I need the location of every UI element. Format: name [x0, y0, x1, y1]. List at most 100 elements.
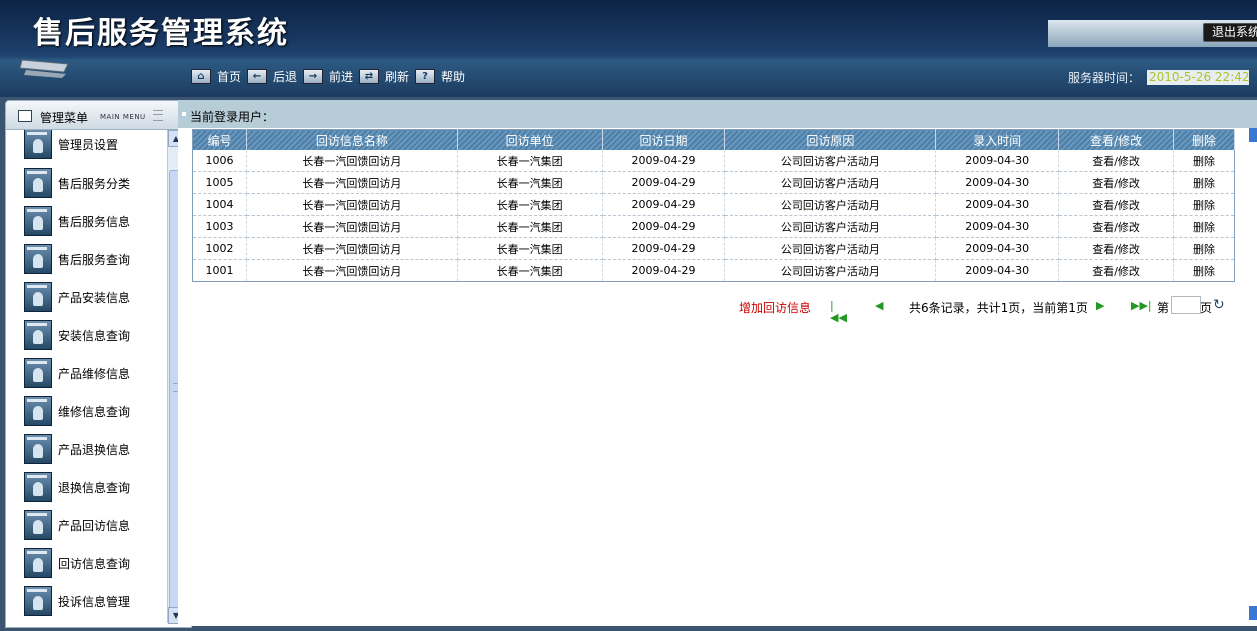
- server-time-value: 2010-5-26 22:42:4: [1147, 70, 1249, 85]
- sidebar-item-repair-query[interactable]: 维修信息查询: [24, 395, 130, 427]
- table-cell: 公司回访客户活动月: [724, 259, 937, 282]
- main-content: 当前登录用户： 编号 回访信息名称 回访单位 回访日期 回访原因 录入时间 查看…: [178, 100, 1257, 626]
- nav-back-label: 后退: [273, 69, 298, 84]
- nav-refresh-label: 刷新: [385, 69, 410, 84]
- table-cell: 2009-04-29: [602, 237, 726, 260]
- sidebar-item-label: 回访信息查询: [58, 556, 131, 571]
- table-row: 1001 长春一汽回馈回访月 长春一汽集团 2009-04-29 公司回访客户活动月 20…: [192, 259, 1235, 282]
- sidebar-menu-list: 管理员设置 售后服务分类 售后服务信息 售后服务查询 产品安装信息 安装信息查询…: [6, 130, 166, 627]
- delete-link[interactable]: 删除: [1173, 150, 1235, 172]
- sidebar-item-complaint[interactable]: 投诉信息管理: [24, 585, 130, 617]
- table-cell: 1004: [192, 193, 247, 216]
- refresh-icon: ⇄: [359, 68, 379, 84]
- user-icon: [24, 320, 52, 350]
- user-icon: [24, 548, 52, 578]
- view-edit-link[interactable]: 查看/修改: [1058, 150, 1174, 172]
- go-refresh-icon[interactable]: ↻: [1213, 297, 1225, 313]
- menu-panel-icon: [18, 110, 32, 122]
- nav-back[interactable]: ← 后退: [247, 68, 297, 84]
- table-cell: 2009-04-30: [935, 259, 1060, 282]
- view-edit-link[interactable]: 查看/修改: [1058, 259, 1174, 282]
- sidebar-item-label: 售后服务查询: [58, 252, 131, 267]
- table-cell: 长春一汽回馈回访月: [246, 171, 458, 194]
- next-page-icon[interactable]: ▶: [1096, 300, 1116, 312]
- table-cell: 2009-04-29: [602, 193, 726, 216]
- current-user-label: 当前登录用户：: [190, 110, 275, 124]
- nav-help-label: 帮助: [441, 69, 466, 84]
- table-cell: 1006: [192, 150, 247, 172]
- sidebar-item-label: 产品回访信息: [58, 518, 131, 533]
- user-icon: [24, 358, 52, 388]
- sidebar-item-return-info[interactable]: 产品退换信息: [24, 433, 130, 465]
- sidebar-item-label: 投诉信息管理: [58, 594, 131, 609]
- table-cell: 长春一汽集团: [457, 215, 603, 238]
- menu-lines-icon[interactable]: [153, 110, 163, 121]
- table-cell: 长春一汽回馈回访月: [246, 237, 458, 260]
- logout-button[interactable]: 退出系统: [1203, 23, 1257, 42]
- scroll-down-button[interactable]: [1249, 606, 1257, 620]
- sidebar-item-install-info[interactable]: 产品安装信息: [24, 281, 130, 313]
- nav-home-label: 首页: [217, 69, 242, 84]
- table-cell: 长春一汽集团: [457, 150, 603, 172]
- column-header: 录入时间: [935, 129, 1060, 150]
- first-page-icon[interactable]: |◀◀: [830, 300, 850, 324]
- add-revisit-link[interactable]: 增加回访信息: [739, 299, 811, 316]
- content-header: 当前登录用户：: [178, 100, 1257, 128]
- table-row: 1002 长春一汽回馈回访月 长春一汽集团 2009-04-29 公司回访客户活动月 20…: [192, 237, 1235, 260]
- sidebar-item-return-query[interactable]: 退换信息查询: [24, 471, 130, 503]
- table-cell: 2009-04-30: [935, 237, 1060, 260]
- sidebar: 管理菜单 MAIN MENU 管理员设置 售后服务分类 售后服务信息 售后服务查…: [5, 100, 192, 628]
- last-page-icon[interactable]: ▶▶|: [1131, 300, 1152, 312]
- content-body: 编号 回访信息名称 回访单位 回访日期 回访原因 录入时间 查看/修改 删除 1…: [178, 128, 1245, 626]
- sidebar-item-service-category[interactable]: 售后服务分类: [24, 167, 130, 199]
- app-header: 售后服务管理系统 退出系统 ⌂ 首页 ← 后退 → 前进 ⇄ 刷新 ? 帮助 服…: [0, 0, 1257, 97]
- column-header: 删除: [1173, 129, 1235, 150]
- home-icon: ⌂: [191, 68, 211, 84]
- table-cell: 1002: [192, 237, 247, 260]
- sidebar-item-service-query[interactable]: 售后服务查询: [24, 243, 130, 275]
- prev-page-icon[interactable]: ◀: [875, 300, 895, 312]
- sidebar-item-revisit-info[interactable]: 产品回访信息: [24, 509, 130, 541]
- table-row: 1004 长春一汽回馈回访月 长春一汽集团 2009-04-29 公司回访客户活动月 20…: [192, 193, 1235, 216]
- table-header-row: 编号 回访信息名称 回访单位 回访日期 回访原因 录入时间 查看/修改 删除: [192, 129, 1235, 150]
- delete-link[interactable]: 删除: [1173, 237, 1235, 260]
- table-cell: 公司回访客户活动月: [724, 237, 937, 260]
- view-edit-link[interactable]: 查看/修改: [1058, 237, 1174, 260]
- nav-forward[interactable]: → 前进: [303, 68, 353, 84]
- view-edit-link[interactable]: 查看/修改: [1058, 171, 1174, 194]
- bullet-icon: [182, 112, 186, 116]
- view-edit-link[interactable]: 查看/修改: [1058, 215, 1174, 238]
- table-cell: 长春一汽集团: [457, 259, 603, 282]
- table-body: 1006 长春一汽回馈回访月 长春一汽集团 2009-04-29 公司回访客户活动月 20…: [192, 150, 1235, 282]
- table-cell: 长春一汽集团: [457, 237, 603, 260]
- sidebar-item-admin-settings[interactable]: 管理员设置: [24, 130, 118, 160]
- nav-help[interactable]: ? 帮助: [415, 68, 465, 84]
- nav-refresh[interactable]: ⇄ 刷新: [359, 68, 409, 84]
- sidebar-item-repair-info[interactable]: 产品维修信息: [24, 357, 130, 389]
- delete-link[interactable]: 删除: [1173, 215, 1235, 238]
- view-edit-link[interactable]: 查看/修改: [1058, 193, 1174, 216]
- table-cell: 1005: [192, 171, 247, 194]
- column-header: 回访单位: [457, 129, 603, 150]
- page-prefix: 第: [1157, 301, 1170, 315]
- delete-link[interactable]: 删除: [1173, 259, 1235, 282]
- sidebar-item-label: 售后服务分类: [58, 176, 131, 191]
- help-icon: ?: [415, 68, 435, 84]
- scroll-up-button[interactable]: [1249, 128, 1257, 142]
- table-cell: 2009-04-29: [602, 259, 726, 282]
- table-cell: 2009-04-29: [602, 171, 726, 194]
- table-cell: 2009-04-29: [602, 215, 726, 238]
- user-icon: [24, 472, 52, 502]
- sidebar-item-label: 维修信息查询: [58, 404, 131, 419]
- user-icon: [24, 396, 52, 426]
- content-scrollbar[interactable]: [1247, 128, 1257, 626]
- sidebar-item-install-query[interactable]: 安装信息查询: [24, 319, 130, 351]
- delete-link[interactable]: 删除: [1173, 193, 1235, 216]
- sidebar-item-revisit-query[interactable]: 回访信息查询: [24, 547, 130, 579]
- table-cell: 1001: [192, 259, 247, 282]
- nav-home[interactable]: ⌂ 首页: [191, 68, 241, 84]
- page-number-input[interactable]: [1171, 296, 1201, 314]
- delete-link[interactable]: 删除: [1173, 171, 1235, 194]
- sidebar-item-service-info[interactable]: 售后服务信息: [24, 205, 130, 237]
- column-header: 查看/修改: [1058, 129, 1174, 150]
